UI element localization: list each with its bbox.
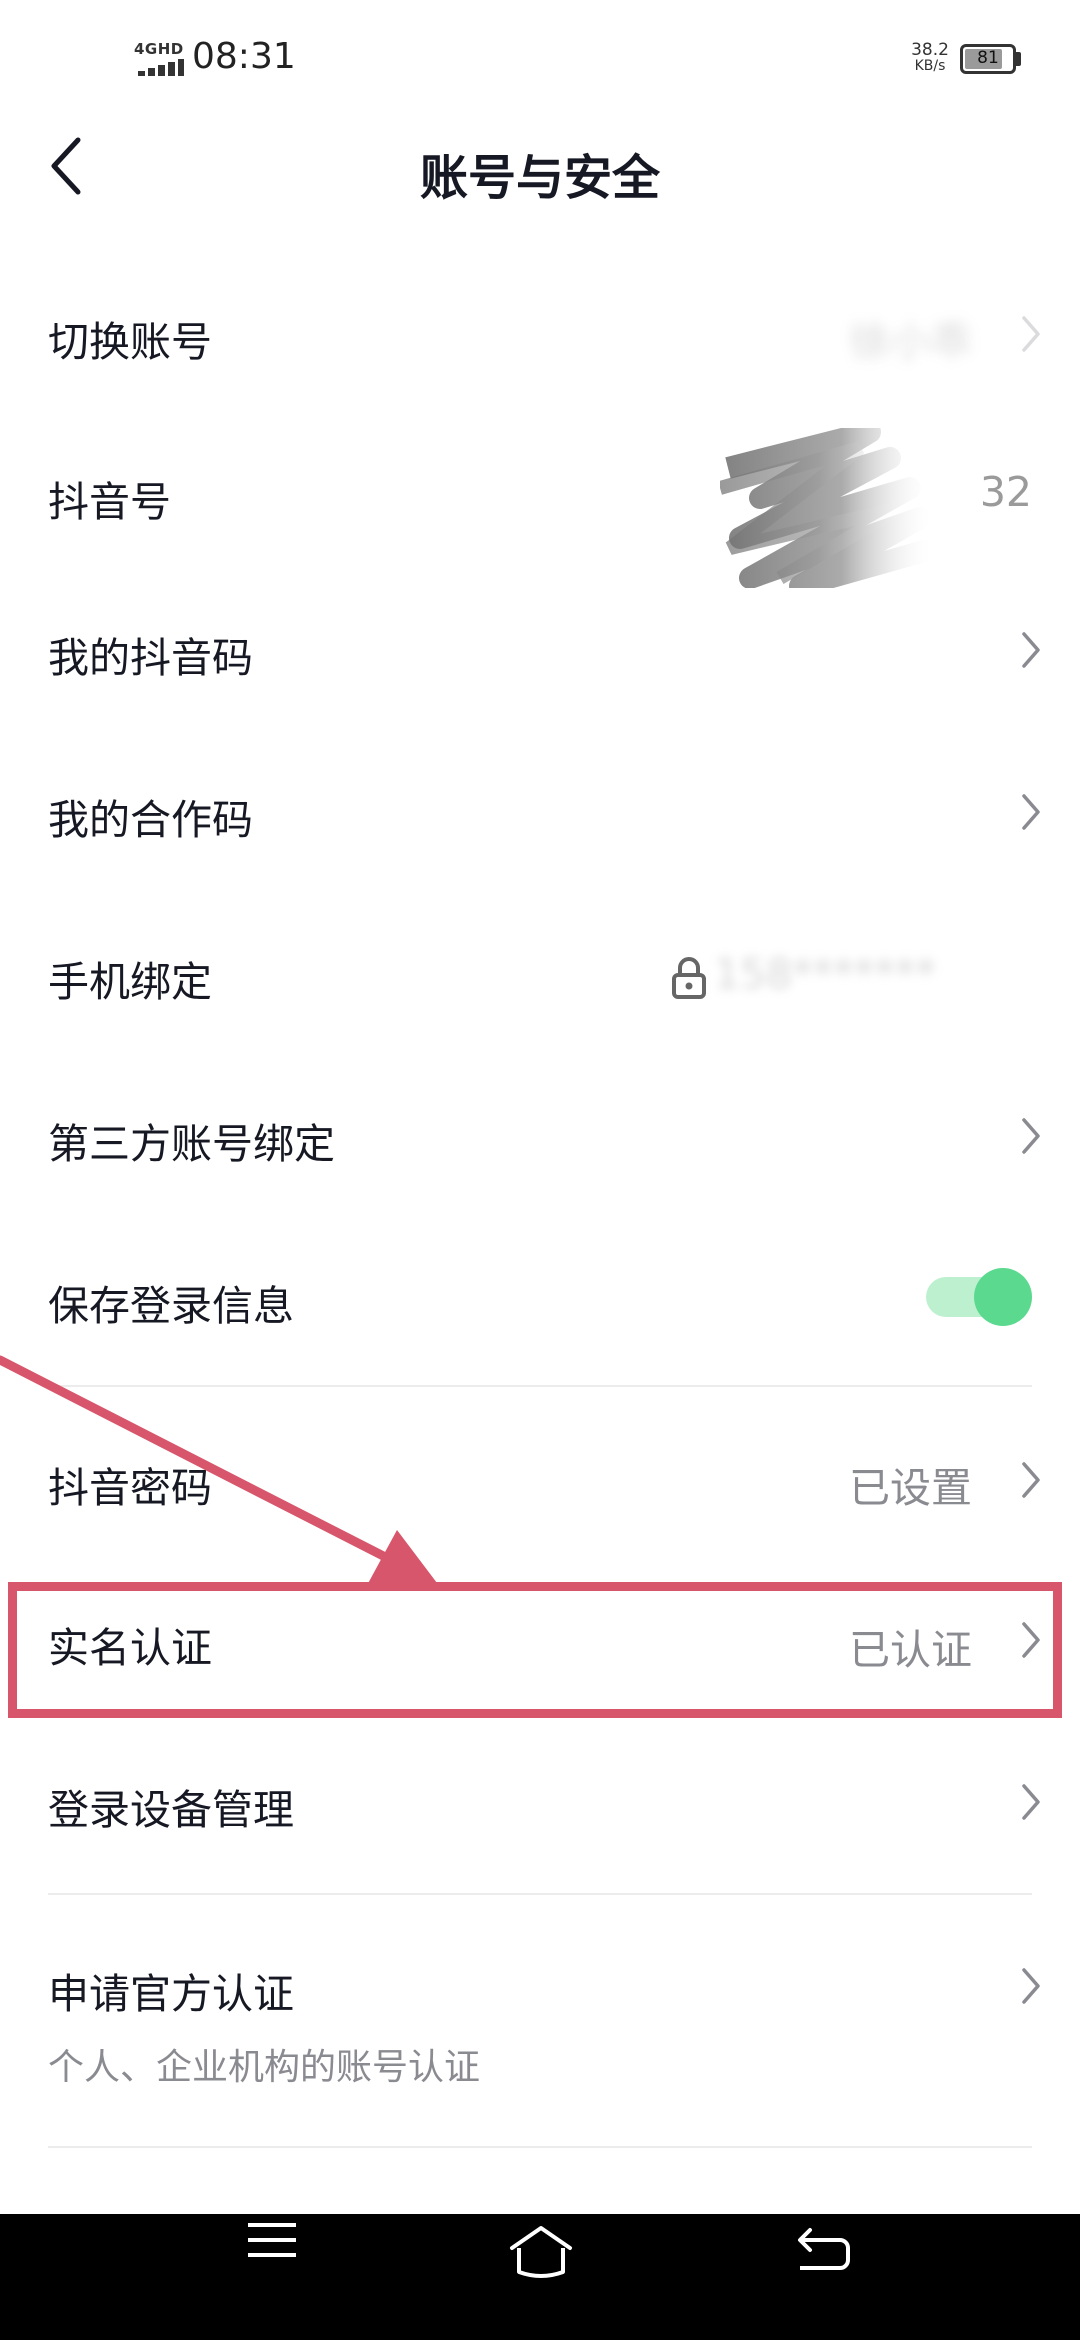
save-login-toggle[interactable] bbox=[926, 1268, 1032, 1326]
system-nav-bar bbox=[0, 2214, 1080, 2340]
chevron-right-icon bbox=[1022, 794, 1040, 830]
chevron-right-icon bbox=[1022, 1968, 1040, 2004]
battery-nub bbox=[1016, 52, 1021, 66]
apply-official-verification-subtitle: 个人、企业机构的账号认证 bbox=[48, 2047, 481, 2088]
phone-binding-label: 手机绑定 bbox=[48, 958, 212, 1006]
status-bar: 4GHD 08:31 38.2 KB/s 81 bbox=[0, 0, 1080, 120]
network-type: 4GHD bbox=[134, 40, 184, 58]
apply-official-verification-label: 申请官方认证 bbox=[48, 1970, 294, 2018]
chevron-right-icon bbox=[1022, 1462, 1040, 1498]
page-title: 账号与安全 bbox=[419, 150, 660, 206]
divider bbox=[48, 1893, 1032, 1895]
network-speed: 38.2 KB/s bbox=[902, 40, 958, 75]
chevron-right-icon bbox=[1022, 1784, 1040, 1820]
apply-official-verification-row[interactable]: 申请官方认证 个人、企业机构的账号认证 bbox=[0, 1900, 1080, 2140]
home-icon[interactable] bbox=[506, 2222, 576, 2282]
login-device-management-label: 登录设备管理 bbox=[48, 1786, 294, 1834]
phone-binding-value: 158******* bbox=[714, 950, 936, 998]
third-party-binding-row[interactable]: 第三方账号绑定 bbox=[0, 1056, 1080, 1216]
lock-icon bbox=[672, 957, 706, 999]
return-icon[interactable] bbox=[796, 2224, 852, 2278]
my-douyin-code-row[interactable]: 我的抖音码 bbox=[0, 576, 1080, 736]
toggle-knob bbox=[974, 1268, 1032, 1326]
redaction-scribble bbox=[720, 428, 938, 588]
douyin-id-value: 32 bbox=[979, 468, 1032, 516]
chevron-right-icon bbox=[1022, 1118, 1040, 1154]
signal-icon: 4GHD bbox=[134, 40, 186, 76]
chevron-right-icon bbox=[1022, 316, 1040, 352]
collab-code-row[interactable]: 我的合作码 bbox=[0, 736, 1080, 896]
collab-code-label: 我的合作码 bbox=[48, 796, 253, 844]
login-device-management-row[interactable]: 登录设备管理 bbox=[0, 1722, 1080, 1882]
switch-account-row[interactable]: 切换账号 徐小乖 bbox=[0, 256, 1080, 416]
douyin-id-label: 抖音号 bbox=[48, 478, 171, 526]
divider bbox=[48, 2146, 1032, 2148]
menu-icon[interactable] bbox=[246, 2215, 298, 2265]
save-login-label: 保存登录信息 bbox=[48, 1282, 294, 1330]
switch-account-label: 切换账号 bbox=[48, 318, 212, 366]
third-party-binding-label: 第三方账号绑定 bbox=[48, 1120, 335, 1168]
douyin-password-value: 已设置 bbox=[849, 1464, 972, 1512]
switch-account-value: 徐小乖 bbox=[849, 318, 972, 366]
my-douyin-code-label: 我的抖音码 bbox=[48, 634, 253, 682]
speed-unit: KB/s bbox=[914, 58, 946, 74]
status-time: 08:31 bbox=[192, 36, 296, 77]
annotation-arrow bbox=[0, 1355, 437, 1589]
highlight-box bbox=[8, 1582, 1062, 1718]
speed-value: 38.2 bbox=[911, 40, 949, 60]
battery-icon: 81 bbox=[960, 44, 1016, 74]
chevron-right-icon bbox=[1022, 632, 1040, 668]
battery-level: 81 bbox=[977, 48, 999, 68]
